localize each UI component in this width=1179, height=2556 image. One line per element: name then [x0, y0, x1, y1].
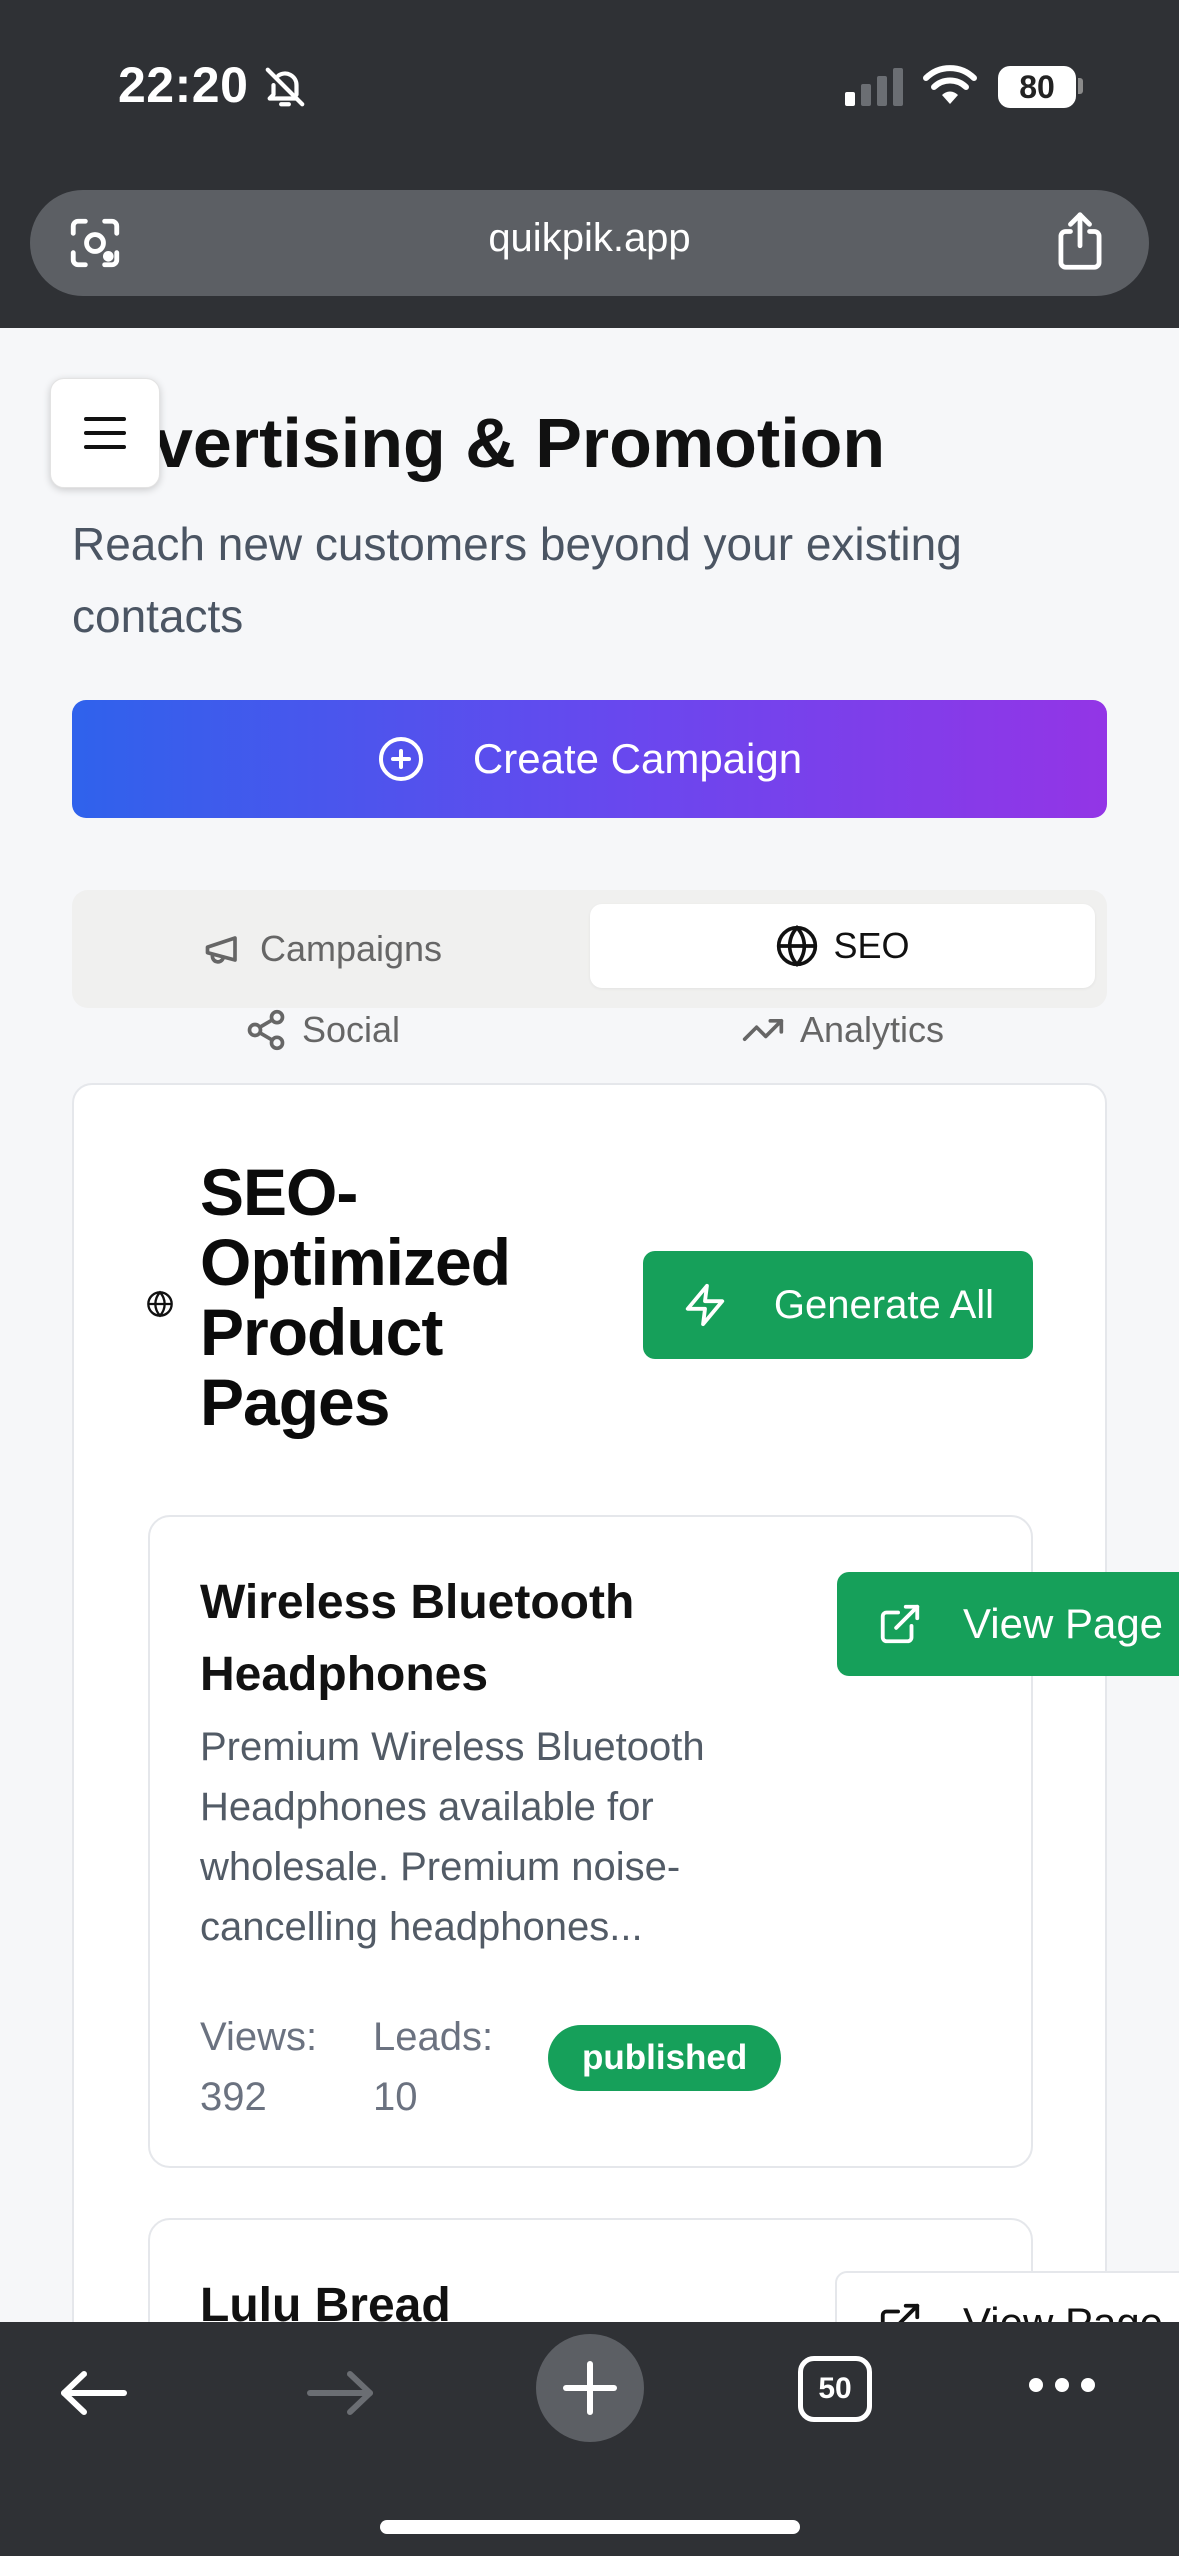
- view-page-label: View Page: [963, 2299, 1163, 2322]
- address-bar[interactable]: quikpik.app: [30, 190, 1149, 296]
- view-page-button[interactable]: View Page: [837, 1572, 1179, 1676]
- globe-icon: [146, 1290, 174, 1323]
- seo-pages-card: SEO-Optimized Product Pages Generate All…: [72, 1083, 1107, 2322]
- views-stat: Views: 392: [200, 2007, 317, 2127]
- cellular-signal-icon: [845, 66, 905, 111]
- generate-all-button[interactable]: Generate All: [643, 1251, 1033, 1359]
- new-tab-button[interactable]: [536, 2334, 644, 2442]
- browser-top-chrome: 22:20 80 quikpik.app: [0, 0, 1179, 328]
- more-options-icon[interactable]: [1026, 2370, 1098, 2405]
- external-link-icon: [877, 2300, 923, 2322]
- tab-switcher-button[interactable]: 50: [798, 2356, 872, 2422]
- battery-indicator: 80: [998, 66, 1076, 108]
- back-arrow-icon[interactable]: [58, 2370, 130, 2421]
- create-campaign-button[interactable]: Create Campaign: [72, 700, 1107, 818]
- views-value: 392: [200, 2075, 267, 2119]
- globe-icon: [775, 924, 819, 968]
- generate-all-label: Generate All: [773, 1282, 995, 1327]
- browser-bottom-toolbar: 50: [0, 2322, 1179, 2556]
- views-label: Views:: [200, 2015, 318, 2059]
- page-subtitle: Reach new customers beyond your existing…: [72, 518, 962, 642]
- hamburger-menu-button[interactable]: [50, 378, 160, 488]
- product-name: Wireless Bluetooth Headphones: [200, 1576, 635, 1701]
- view-page-label: View Page: [963, 1600, 1164, 1647]
- tab-seo-label: SEO: [833, 925, 910, 966]
- external-link-icon: [877, 1601, 923, 1647]
- plus-icon: [563, 2361, 617, 2415]
- tab-analytics[interactable]: Analytics: [577, 990, 1107, 1070]
- wifi-icon: [922, 64, 978, 111]
- lightning-icon: [682, 1281, 728, 1329]
- seo-section-heading: SEO-Optimized Product Pages: [200, 1155, 511, 1439]
- hamburger-icon: [84, 417, 126, 449]
- tab-campaigns-label: Campaigns: [259, 928, 443, 969]
- share-nodes-icon: [244, 1008, 288, 1052]
- tab-seo[interactable]: SEO: [590, 904, 1095, 988]
- trending-up-icon: [740, 1008, 786, 1052]
- create-campaign-label: Create Campaign: [472, 735, 803, 782]
- url-text: quikpik.app: [488, 216, 691, 260]
- forward-arrow-icon[interactable]: [304, 2370, 376, 2421]
- page-title: vertising & Promotion: [154, 404, 886, 482]
- silent-bell-icon: [262, 64, 308, 115]
- product-description: Premium Wireless Bluetooth Headphones av…: [200, 1725, 705, 1949]
- plus-circle-icon: [377, 735, 425, 783]
- status-badge: published: [548, 2025, 782, 2091]
- product-name: Lulu Bread: [200, 2279, 451, 2322]
- battery-tip: [1078, 78, 1083, 94]
- page-content: vertising & Promotion Reach new customer…: [0, 328, 1179, 2322]
- tab-analytics-label: Analytics: [799, 1009, 945, 1050]
- leads-stat: Leads: 10: [373, 2007, 493, 2127]
- home-indicator: [380, 2520, 800, 2534]
- view-page-button[interactable]: View Page: [835, 2271, 1179, 2322]
- tab-social[interactable]: Social: [72, 990, 572, 1070]
- status-time: 22:20: [118, 57, 249, 113]
- megaphone-icon: [202, 927, 246, 971]
- tab-social-label: Social: [301, 1009, 401, 1050]
- leads-value: 10: [373, 2075, 418, 2119]
- share-icon[interactable]: [1051, 210, 1109, 277]
- leads-label: Leads:: [373, 2015, 494, 2059]
